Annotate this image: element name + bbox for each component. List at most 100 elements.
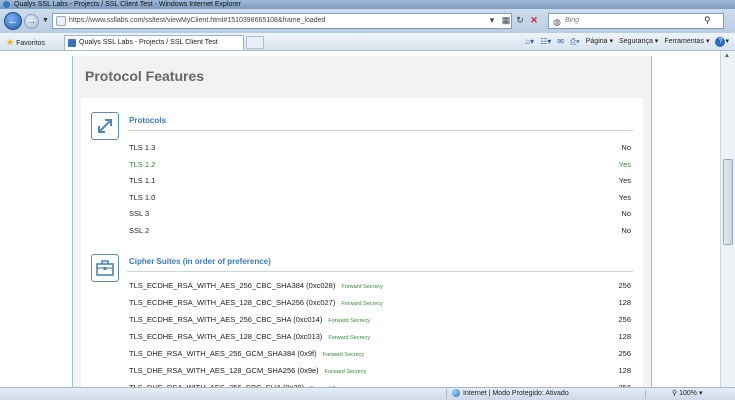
security-zone[interactable]: Internet | Modo Protegido: Ativado bbox=[452, 388, 569, 400]
forward-secrecy-badge: Forward Secrecy bbox=[324, 369, 367, 375]
page-menu[interactable]: Página ▾ bbox=[586, 36, 613, 48]
cipher-name: TLS_DHE_RSA_WITH_AES_128_GCM_SHA256 (0x9… bbox=[129, 366, 319, 375]
protocol-row: TLS 1.3 No bbox=[129, 140, 631, 156]
address-toolbar: ← → ▼ https://www.ssllabs.com/ssltest/vi… bbox=[0, 9, 735, 33]
cipher-bits: 128 bbox=[618, 298, 631, 307]
address-url: https://www.ssllabs.com/ssltest/viewMyCl… bbox=[69, 17, 326, 24]
new-tab-button[interactable] bbox=[246, 36, 264, 49]
cipher-name: TLS_ECDHE_RSA_WITH_AES_256_CBC_SHA (0xc0… bbox=[129, 315, 323, 324]
cipher-name: TLS_ECDHE_RSA_WITH_AES_128_CBC_SHA256 (0… bbox=[129, 298, 336, 307]
scroll-up-icon[interactable]: ▲ bbox=[724, 53, 730, 59]
status-separator bbox=[446, 389, 447, 399]
protocol-support: Yes bbox=[618, 159, 631, 169]
cipher-name: TLS_DHE_RSA_WITH_AES_256_GCM_SHA384 (0x9… bbox=[129, 349, 317, 358]
cipher-bits: 256 bbox=[618, 349, 631, 358]
forward-secrecy-badge: Forward Secrecy bbox=[341, 284, 383, 290]
forward-secrecy-badge: Forward Secrecy bbox=[328, 335, 370, 341]
protocol-row: TLS 1.0 Yes bbox=[129, 190, 631, 206]
cipher-row: TLS_DHE_RSA_WITH_AES_128_GCM_SHA256 (0x9… bbox=[129, 363, 631, 379]
protocol-support: No bbox=[621, 226, 631, 235]
zoom-icon: ⚲ bbox=[672, 390, 678, 397]
cipher-bits: 256 bbox=[618, 315, 631, 324]
favorites-label: Favoritos bbox=[16, 40, 45, 47]
search-placeholder: Bing bbox=[565, 17, 580, 24]
forward-button[interactable]: → bbox=[24, 14, 39, 29]
cipher-bits: 256 bbox=[618, 380, 631, 387]
zoom-control[interactable]: ⚲ 100% ▾ bbox=[672, 388, 702, 400]
compatibility-icon[interactable]: ▦ bbox=[500, 13, 512, 27]
mail-icon[interactable]: ✉ bbox=[557, 36, 564, 48]
stop-icon[interactable]: ✕ bbox=[528, 13, 540, 27]
forward-secrecy-badge: Forward Secrecy bbox=[328, 318, 370, 324]
ssllabs-favicon-icon bbox=[68, 39, 76, 47]
help-icon: ? bbox=[715, 37, 726, 47]
tools-menu[interactable]: Ferramentas ▾ bbox=[664, 36, 709, 48]
safety-menu[interactable]: Segurança ▾ bbox=[619, 36, 658, 48]
protocol-row: TLS 1.2 Yes bbox=[129, 157, 631, 173]
protocol-row: TLS 1.1 Yes bbox=[129, 173, 631, 189]
protocol-name: TLS 1.0 bbox=[129, 192, 156, 202]
content-viewport: Protocol Features Protocols TLS 1.3 No TLS… bbox=[0, 51, 720, 387]
command-bar: ⌂▾ ☷▾ ✉ ⎙▾ Página ▾ Segurança ▾ Ferramen… bbox=[525, 36, 729, 48]
cipher-row: TLS_DHE_RSA_WITH_AES_256_CBC_SHA (0x39)F… bbox=[129, 380, 631, 387]
feeds-icon[interactable]: ☷▾ bbox=[540, 36, 551, 48]
protocol-support: Yes bbox=[618, 192, 631, 202]
globe-icon bbox=[452, 389, 460, 398]
security-zone-text: Internet | Modo Protegido: Ativado bbox=[463, 390, 569, 397]
tab-title: Qualys SSL Labs - Projects / SSL Client … bbox=[79, 39, 218, 46]
address-bar[interactable]: https://www.ssllabs.com/ssltest/viewMyCl… bbox=[52, 13, 512, 29]
safety-menu-label: Segurança bbox=[619, 38, 653, 45]
protocol-row: SSL 3 No bbox=[129, 206, 631, 222]
bing-icon: ◍ bbox=[553, 17, 561, 27]
cipher-bits: 128 bbox=[618, 332, 631, 341]
protocol-support: Yes bbox=[618, 176, 631, 186]
protocols-arrows-icon bbox=[91, 112, 119, 140]
cipher-row: TLS_ECDHE_RSA_WITH_AES_128_CBC_SHA (0xc0… bbox=[129, 329, 631, 345]
cipher-bits: 256 bbox=[618, 281, 631, 290]
protocol-name: SSL 3 bbox=[129, 209, 150, 219]
protocols-title: Protocols bbox=[129, 116, 166, 125]
scrollbar-thumb[interactable] bbox=[723, 159, 733, 245]
page-icon bbox=[56, 16, 66, 26]
protocol-name: SSL 2 bbox=[129, 226, 150, 235]
search-input[interactable]: ◍ Bing bbox=[548, 13, 724, 29]
protocol-name: TLS 1.2 bbox=[129, 159, 156, 169]
tools-menu-label: Ferramentas bbox=[664, 38, 705, 45]
refresh-icon[interactable]: ↻ bbox=[514, 13, 526, 27]
cipher-row: TLS_DHE_RSA_WITH_AES_256_GCM_SHA384 (0x9… bbox=[129, 346, 631, 362]
page-menu-label: Página bbox=[585, 38, 608, 45]
tab-active[interactable]: Qualys SSL Labs - Projects / SSL Client … bbox=[64, 35, 244, 50]
cipher-row: TLS_ECDHE_RSA_WITH_AES_256_CBC_SHA (0xc0… bbox=[129, 312, 631, 328]
favorites-toolbar: ★ Favoritos Qualys SSL Labs - Projects / … bbox=[0, 33, 735, 51]
status-separator bbox=[645, 389, 646, 399]
protocol-name: TLS 1.3 bbox=[129, 143, 156, 152]
page-header: Protocol Features bbox=[73, 56, 651, 98]
home-icon[interactable]: ⌂▾ bbox=[525, 36, 534, 48]
divider bbox=[127, 271, 633, 272]
address-actions: ▾ ▦ ↻ ✕ bbox=[486, 13, 540, 29]
page-title: Protocol Features bbox=[85, 68, 205, 84]
history-dropdown-icon[interactable]: ▼ bbox=[42, 17, 49, 24]
print-icon[interactable]: ⎙▾ bbox=[570, 36, 580, 48]
favorites-button[interactable]: ★ Favoritos bbox=[6, 36, 45, 50]
window-title-bar: Qualys SSL Labs - Projects / SSL Client … bbox=[0, 0, 735, 9]
page-frame: Protocol Features Protocols TLS 1.3 No TLS… bbox=[72, 56, 652, 387]
zoom-level: 100% bbox=[679, 390, 697, 397]
cipher-name: TLS_ECDHE_RSA_WITH_AES_128_CBC_SHA (0xc0… bbox=[129, 332, 323, 341]
ie-logo-icon bbox=[3, 1, 10, 8]
search-icon[interactable]: ⚲ bbox=[704, 15, 711, 26]
protocols-section: Protocols TLS 1.3 No TLS 1.2 Yes TLS 1.1 Yes T… bbox=[81, 106, 643, 235]
protocol-support: No bbox=[621, 209, 631, 219]
cipher-suites-title: Cipher Suites (in order of preference) bbox=[129, 257, 271, 266]
help-menu[interactable]: ? ▾ bbox=[715, 36, 729, 48]
cipher-row: TLS_ECDHE_RSA_WITH_AES_128_CBC_SHA256 (0… bbox=[129, 295, 631, 311]
status-bar: Internet | Modo Protegido: Ativado ⚲ 100… bbox=[0, 387, 735, 400]
back-button[interactable]: ← bbox=[4, 12, 22, 30]
dropdown-icon[interactable]: ▾ bbox=[486, 13, 498, 27]
features-panel: Protocols TLS 1.3 No TLS 1.2 Yes TLS 1.1 Yes T… bbox=[81, 98, 643, 387]
divider bbox=[127, 130, 633, 131]
protocol-name: TLS 1.1 bbox=[129, 176, 156, 186]
forward-secrecy-badge: Forward Secrecy bbox=[322, 352, 365, 358]
cipher-suites-section: Cipher Suites (in order of preference) T… bbox=[81, 248, 643, 387]
vertical-scrollbar[interactable]: ▲ bbox=[720, 51, 735, 387]
